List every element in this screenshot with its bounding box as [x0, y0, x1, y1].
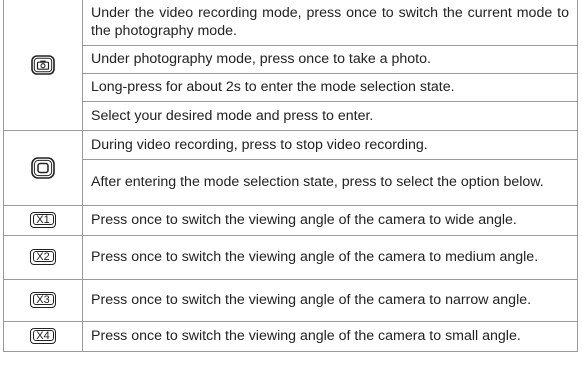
icon-cell: X4 — [3, 320, 83, 352]
table-row: X2 Press once to switch the viewing angl… — [3, 234, 578, 280]
icon-cell: X3 — [3, 278, 83, 322]
description-text: Press once to switch the viewing angle o… — [82, 278, 578, 322]
description-text: Press once to switch the viewing angle o… — [82, 234, 578, 280]
x2-button-icon: X2 — [30, 248, 56, 265]
description-text: Under photography mode, press once to ta… — [82, 44, 578, 74]
x1-button-icon: X1 — [30, 211, 56, 228]
table-row: Under the video recording mode, press on… — [3, 0, 578, 131]
table-row: Under photography mode, press once to ta… — [4, 44, 578, 74]
description-text: Press once to switch the viewing angle o… — [82, 204, 578, 236]
description-text: Press once to switch the viewing angle o… — [82, 320, 578, 352]
icon-cell: X2 — [3, 234, 83, 280]
icon-cell — [3, 129, 83, 206]
description-text: Long-press for about 2s to enter the mod… — [82, 72, 578, 102]
table-row: X1 Press once to switch the viewing angl… — [3, 204, 578, 236]
table-row: After entering the mode selection state,… — [4, 158, 578, 206]
table-row: During video recording, press to stop vi… — [3, 129, 578, 206]
button-function-table: Under the video recording mode, press on… — [3, 0, 578, 352]
table-row: Long-press for about 2s to enter the mod… — [4, 72, 578, 102]
x4-button-icon: X4 — [30, 327, 56, 344]
icon-cell: X1 — [3, 204, 83, 236]
table-row: X4 Press once to switch the viewing angl… — [3, 320, 578, 352]
description-text: Select your desired mode and press to en… — [82, 100, 578, 131]
camera-mode-button-icon — [31, 54, 55, 75]
x3-button-icon: X3 — [30, 291, 56, 308]
table-row: Select your desired mode and press to en… — [4, 100, 578, 131]
square-button-icon — [31, 156, 55, 179]
description-text: During video recording, press to stop vi… — [82, 129, 578, 160]
icon-cell — [3, 0, 83, 131]
table-row: X3 Press once to switch the viewing angl… — [3, 278, 578, 322]
description-text: After entering the mode selection state,… — [82, 158, 578, 206]
description-text: Under the video recording mode, press on… — [82, 0, 578, 46]
